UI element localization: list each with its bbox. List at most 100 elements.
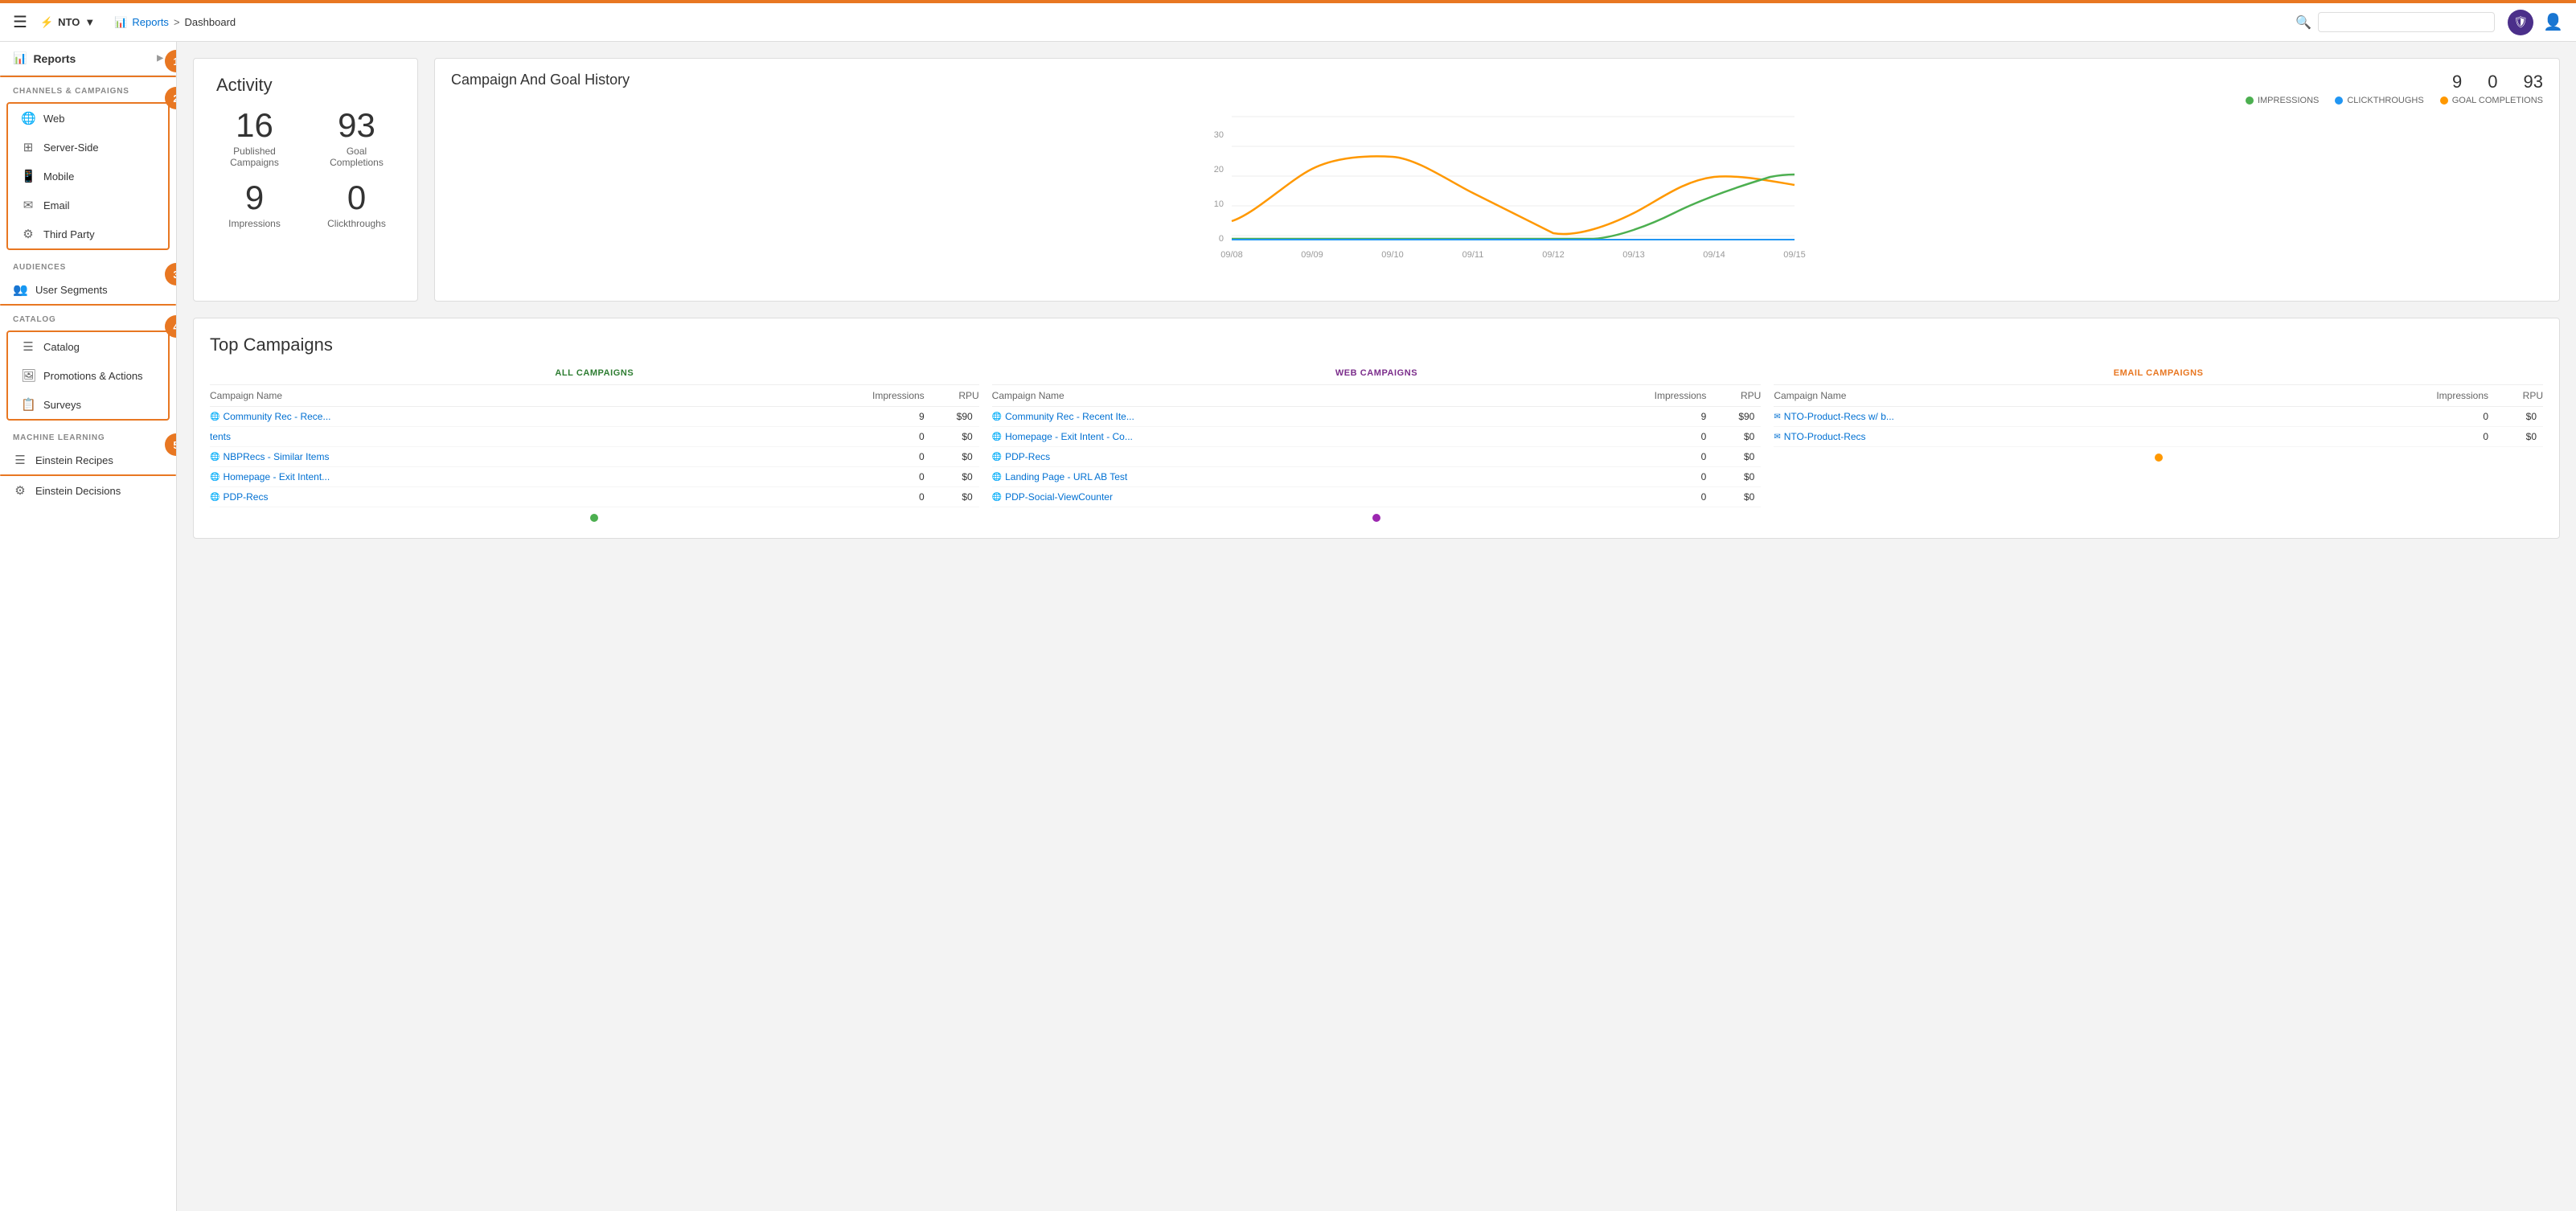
campaign-link[interactable]: 🌐 Homepage - Exit Intent... [210, 471, 867, 482]
audiences-section: AUDIENCES 👥 User Segments 3 [0, 253, 176, 306]
stat-completions: 93 GoalCompletions [318, 109, 395, 168]
svg-text:09/12: 09/12 [1542, 250, 1565, 260]
table-row: 🌐 Community Rec - Rece... 9 $90 [210, 407, 979, 427]
campaign-link[interactable]: 🌐 Landing Page - URL AB Test [992, 471, 1649, 482]
chart-title: Campaign And Goal History [451, 72, 630, 88]
stat-published-label: PublishedCampaigns [216, 146, 293, 168]
breadcrumb-reports-link[interactable]: Reports [132, 16, 169, 28]
stat-published-number: 16 [216, 109, 293, 142]
campaign-link[interactable]: ✉ NTO-Product-Recs w/ b... [1774, 411, 2430, 422]
table-row: 🌐 Homepage - Exit Intent... 0 $0 [210, 467, 979, 487]
chart-stat-completions: 93 [2524, 72, 2543, 92]
campaign-link[interactable]: 🌐 NBPRecs - Similar Items [210, 451, 867, 462]
sidebar-item-third-party-label: Third Party [43, 228, 95, 240]
svg-text:30: 30 [1214, 130, 1224, 140]
campaign-link[interactable]: 🌐 PDP-Recs [210, 491, 867, 503]
server-side-icon: ⊞ [21, 140, 35, 154]
campaign-link[interactable]: 🌐 Homepage - Exit Intent - Co... [992, 431, 1649, 442]
sidebar-reports[interactable]: 📊 Reports ▶ [0, 42, 176, 76]
all-campaigns-dot-indicator [210, 514, 979, 522]
campaigns-grid: ALL CAMPAIGNS Campaign Name Impressions … [210, 368, 2543, 522]
einstein-recipes-icon: ☰ [13, 453, 27, 467]
top-campaigns-card: Top Campaigns ALL CAMPAIGNS Campaign Nam… [193, 318, 2560, 539]
impressions-line [1232, 174, 1795, 239]
campaign-link[interactable]: 🌐 PDP-Social-ViewCounter [992, 491, 1649, 503]
campaign-link[interactable]: 🌐 Community Rec - Rece... [210, 411, 867, 422]
org-dropdown-icon: ▼ [84, 16, 95, 28]
breadcrumb: 📊 Reports > Dashboard [114, 16, 236, 29]
table-row: 🌐 PDP-Recs 0 $0 [992, 447, 1762, 467]
sidebar-item-surveys[interactable]: 📋 Surveys [8, 390, 168, 419]
all-col-rpu: RPU [931, 390, 979, 401]
table-row: 🌐 NBPRecs - Similar Items 0 $0 [210, 447, 979, 467]
sidebar-item-user-segments-label: User Segments [35, 284, 108, 296]
search-icon[interactable]: 🔍 [2295, 14, 2311, 31]
campaign-rpu: $90 [931, 411, 979, 422]
shield-icon[interactable]: 🛡 [2508, 10, 2533, 35]
sidebar-item-catalog-label: Catalog [43, 341, 80, 353]
activity-card: Activity 16 PublishedCampaigns 93 GoalCo… [193, 58, 418, 302]
mobile-icon: 📱 [21, 169, 35, 183]
legend-completions-label: GOAL COMPLETIONS [2452, 96, 2543, 105]
stat-clickthroughs-label: Clickthroughs [318, 218, 395, 229]
breadcrumb-icon: 📊 [114, 16, 127, 29]
goal-completions-line [1232, 156, 1795, 234]
chart-stat-impressions: 9 [2452, 72, 2462, 92]
web-col-impressions: Impressions [1648, 390, 1713, 401]
table-row: 🌐 Homepage - Exit Intent - Co... 0 $0 [992, 427, 1762, 447]
stat-clickthroughs: 0 Clickthroughs [318, 181, 395, 229]
campaign-rpu: $0 [931, 491, 979, 503]
table-row: 🌐 PDP-Social-ViewCounter 0 $0 [992, 487, 1762, 507]
campaign-impressions: 0 [1648, 431, 1713, 442]
email-campaigns-header: EMAIL CAMPAIGNS [1774, 368, 2543, 385]
campaign-impressions: 0 [867, 451, 931, 462]
channels-section: CHANNELS & CAMPAIGNS 🌐 Web ⊞ Server-Side… [0, 77, 176, 250]
topbar-icons: 🛡 👤 [2508, 10, 2563, 35]
legend-clickthroughs-label: CLICKTHROUGHS [2347, 96, 2423, 105]
sidebar-reports-label: Reports [33, 52, 76, 65]
ml-section: MACHINE LEARNING ☰ Einstein Recipes ⚙ Ei… [0, 424, 176, 505]
campaign-impressions: 0 [867, 431, 931, 442]
table-row: ✉ NTO-Product-Recs w/ b... 0 $0 [1774, 407, 2543, 427]
chart-stat-clickthroughs: 0 [2488, 72, 2497, 92]
org-selector[interactable]: ⚡ NTO ▼ [40, 16, 95, 29]
sidebar-item-einstein-decisions[interactable]: ⚙ Einstein Decisions [0, 476, 176, 505]
all-col-impressions: Impressions [867, 390, 931, 401]
sidebar-item-mobile[interactable]: 📱 Mobile [8, 162, 168, 191]
campaign-link[interactable]: ✉ NTO-Product-Recs [1774, 431, 2430, 442]
sidebar-item-server-side[interactable]: ⊞ Server-Side [8, 133, 168, 162]
sidebar-item-server-side-label: Server-Side [43, 142, 99, 154]
sidebar-item-catalog[interactable]: ☰ Catalog [8, 332, 168, 361]
campaign-link[interactable]: 🌐 PDP-Recs [992, 451, 1649, 462]
campaign-impressions: 0 [1648, 451, 1713, 462]
sidebar-item-user-segments[interactable]: 👥 User Segments [0, 275, 176, 304]
svg-text:20: 20 [1214, 165, 1224, 174]
svg-text:09/11: 09/11 [1462, 250, 1484, 260]
web-campaigns-col-headers: Campaign Name Impressions RPU [992, 385, 1762, 407]
hamburger-menu-icon[interactable]: ☰ [13, 12, 27, 32]
sidebar-item-promotions[interactable]: 🖼 Promotions & Actions [8, 361, 168, 390]
campaign-rpu: $0 [1713, 471, 1761, 482]
catalog-section: CATALOG ☰ Catalog 🖼 Promotions & Actions… [0, 306, 176, 421]
einstein-decisions-icon: ⚙ [13, 483, 27, 498]
email-col-impressions: Impressions [2430, 390, 2495, 401]
sidebar-item-email[interactable]: ✉ Email [8, 191, 168, 220]
sidebar-item-third-party[interactable]: ⚙ Third Party [8, 220, 168, 248]
web-campaigns-header: WEB CAMPAIGNS [992, 368, 1762, 385]
campaign-rpu: $0 [2495, 411, 2543, 422]
email-campaigns-col-headers: Campaign Name Impressions RPU [1774, 385, 2543, 407]
table-row: 🌐 Community Rec - Recent Ite... 9 $90 [992, 407, 1762, 427]
campaign-link[interactable]: tents [210, 431, 867, 442]
campaign-link[interactable]: 🌐 Community Rec - Recent Ite... [992, 411, 1649, 422]
sidebar-item-einstein-decisions-label: Einstein Decisions [35, 485, 121, 497]
search-input[interactable] [2318, 12, 2495, 32]
web-col-name: Campaign Name [992, 390, 1649, 401]
campaign-impressions: 0 [1648, 491, 1713, 503]
sidebar-item-web[interactable]: 🌐 Web [8, 104, 168, 133]
activity-title: Activity [216, 75, 395, 96]
sidebar-item-einstein-recipes[interactable]: ☰ Einstein Recipes [0, 445, 176, 474]
reports-chart-icon: 📊 [13, 51, 27, 65]
campaign-impressions: 0 [2430, 411, 2495, 422]
user-icon[interactable]: 👤 [2543, 12, 2563, 32]
promotions-icon: 🖼 [21, 368, 35, 383]
